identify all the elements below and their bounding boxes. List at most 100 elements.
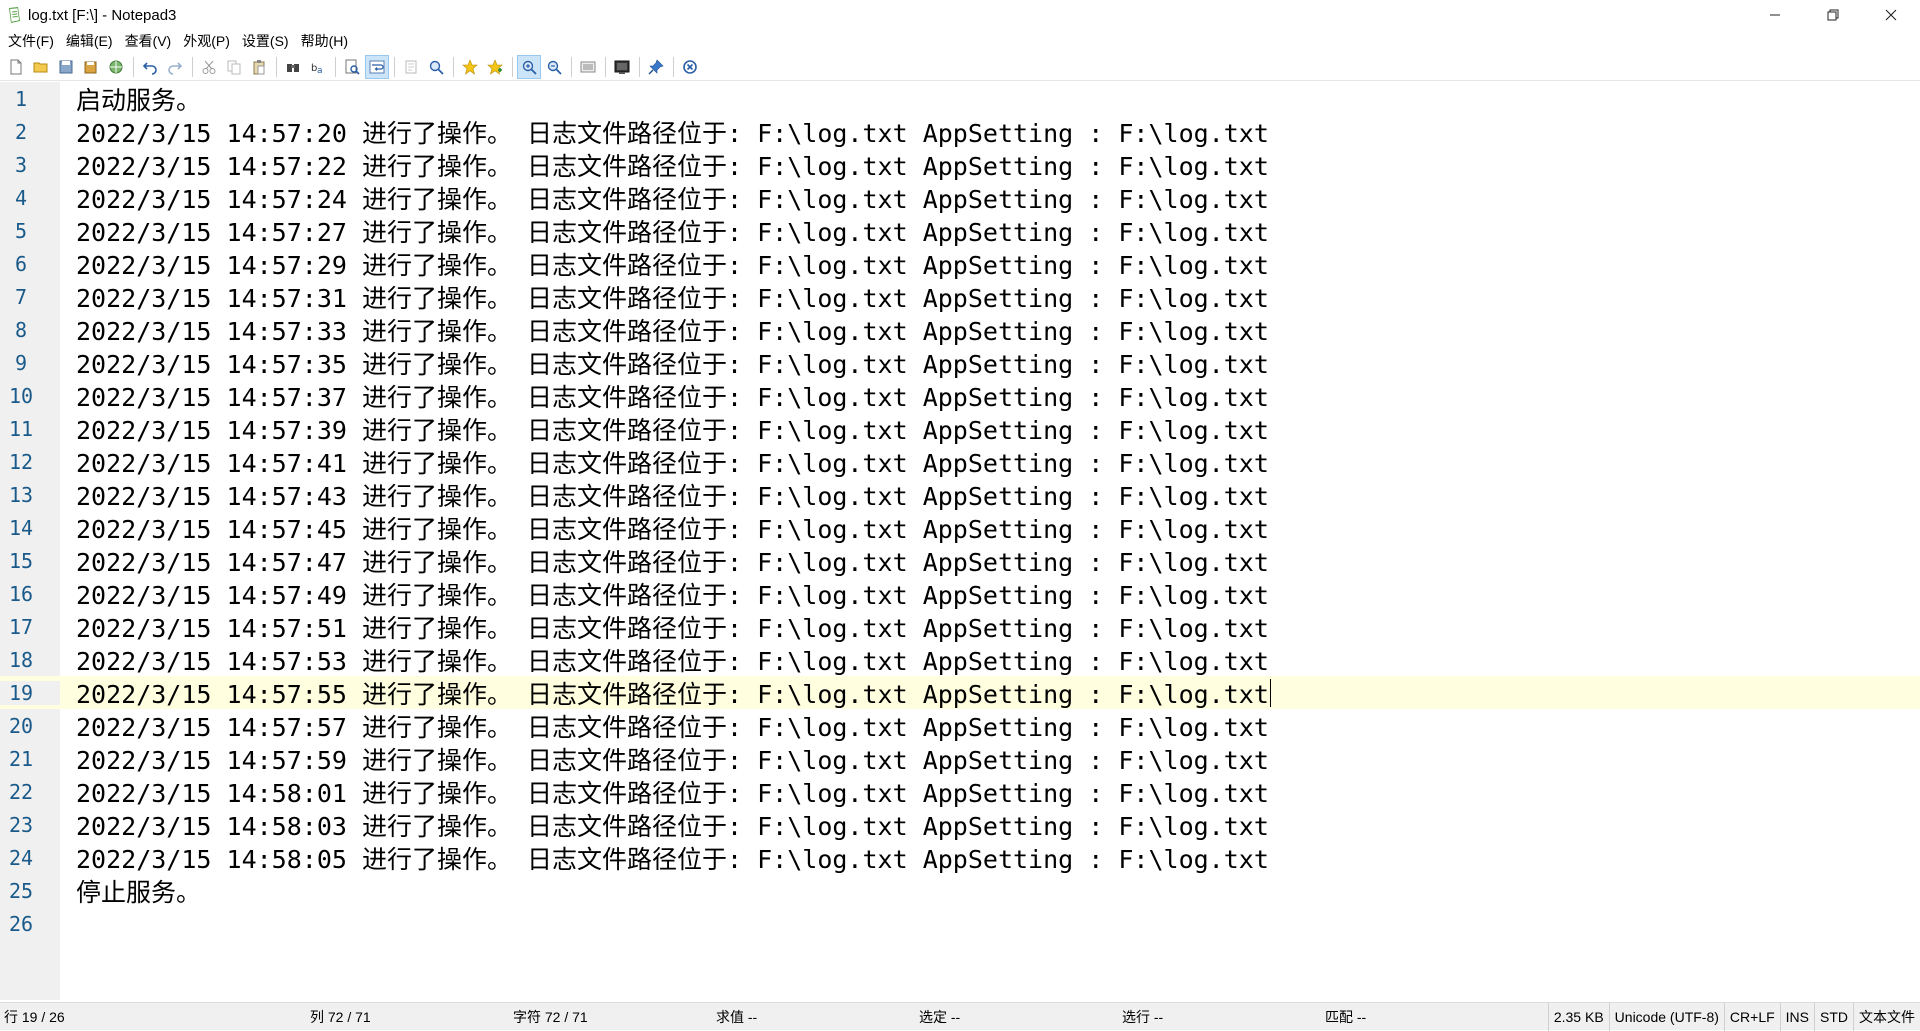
line-text[interactable]: 2022/3/15 14:57:22 进行了操作。 日志文件路径位于: F:\l… [76,147,1269,183]
toolbar-separator [192,56,193,77]
line-text[interactable]: 2022/3/15 14:57:49 进行了操作。 日志文件路径位于: F:\l… [76,576,1269,612]
line-number: 25 [8,878,34,903]
text-line[interactable]: 18 2022/3/15 14:57:53 进行了操作。 日志文件路径位于: F:… [0,643,1920,676]
replace-icon[interactable]: ba [306,55,330,79]
minimize-button[interactable] [1746,0,1804,30]
line-text[interactable]: 2022/3/15 14:57:37 进行了操作。 日志文件路径位于: F:\l… [76,378,1269,414]
current-line[interactable]: 19 2022/3/15 14:57:55 进行了操作。 日志文件路径位于: F:… [0,676,1920,709]
text-line[interactable]: 25 停止服务。 [0,874,1920,907]
notepad3-app-icon[interactable] [2,0,26,30]
text-line[interactable]: 1 启动服务。 [0,82,1920,115]
line-text[interactable]: 2022/3/15 14:57:41 进行了操作。 日志文件路径位于: F:\l… [76,444,1269,480]
console-icon[interactable] [610,55,634,79]
restore-button[interactable] [1804,0,1862,30]
view-whitespace-icon[interactable] [399,55,423,79]
cut-icon[interactable] [197,55,221,79]
text-line[interactable]: 17 2022/3/15 14:57:51 进行了操作。 日志文件路径位于: F:… [0,610,1920,643]
zoom-in-icon[interactable] [517,54,541,79]
add-favorite-icon[interactable] [483,55,507,79]
status-encoding[interactable]: Unicode (UTF-8) [1608,1002,1724,1031]
undo-icon[interactable] [138,55,162,79]
text-line[interactable]: 7 2022/3/15 14:57:31 进行了操作。 日志文件路径位于: F:\… [0,280,1920,313]
search-icon[interactable] [424,55,448,79]
status-match: 匹配 -- [1325,1008,1367,1025]
close-button[interactable] [1862,0,1920,30]
line-text[interactable]: 2022/3/15 14:57:45 进行了操作。 日志文件路径位于: F:\l… [76,510,1269,546]
line-number: 3 [14,152,28,177]
editor-lines: 1 启动服务。 2 2022/3/15 14:57:20 进行了操作。 日志文件路径位… [0,82,1920,940]
text-line[interactable]: 4 2022/3/15 14:57:24 进行了操作。 日志文件路径位于: F:\… [0,181,1920,214]
line-text[interactable]: 2022/3/15 14:57:29 进行了操作。 日志文件路径位于: F:\l… [76,246,1269,282]
goto-icon[interactable] [340,55,364,79]
menu-settings[interactable]: 设置(S) [236,30,295,52]
line-text[interactable]: 2022/3/15 14:57:53 进行了操作。 日志文件路径位于: F:\l… [76,642,1269,678]
line-text[interactable]: 2022/3/15 14:57:51 进行了操作。 日志文件路径位于: F:\l… [76,609,1269,645]
text-line[interactable]: 20 2022/3/15 14:57:57 进行了操作。 日志文件路径位于: F:… [0,709,1920,742]
line-text[interactable]: 2022/3/15 14:57:57 进行了操作。 日志文件路径位于: F:\l… [76,708,1269,744]
status-eol[interactable]: CR+LF [1723,1002,1780,1031]
menu-view[interactable]: 查看(V) [119,30,178,52]
line-text[interactable]: 启动服务。 [76,82,201,117]
text-line[interactable]: 15 2022/3/15 14:57:47 进行了操作。 日志文件路径位于: F:… [0,544,1920,577]
save-icon[interactable] [54,55,78,79]
text-line[interactable]: 10 2022/3/15 14:57:37 进行了操作。 日志文件路径位于: F:… [0,379,1920,412]
line-text[interactable]: 2022/3/15 14:57:43 进行了操作。 日志文件路径位于: F:\l… [76,477,1269,513]
status-ins[interactable]: INS [1779,1002,1814,1031]
text-line[interactable]: 22 2022/3/15 14:58:01 进行了操作。 日志文件路径位于: F:… [0,775,1920,808]
line-text[interactable]: 2022/3/15 14:58:03 进行了操作。 日志文件路径位于: F:\l… [76,807,1269,843]
text-line[interactable]: 5 2022/3/15 14:57:27 进行了操作。 日志文件路径位于: F:\… [0,214,1920,247]
line-text[interactable]: 2022/3/15 14:57:31 进行了操作。 日志文件路径位于: F:\l… [76,279,1269,315]
line-text[interactable]: 2022/3/15 14:57:24 进行了操作。 日志文件路径位于: F:\l… [76,180,1269,216]
status-filetype[interactable]: 文本文件 [1853,1002,1920,1031]
line-text[interactable]: 2022/3/15 14:57:55 进行了操作。 日志文件路径位于: F:\l… [76,675,1269,711]
text-line[interactable]: 24 2022/3/15 14:58:05 进行了操作。 日志文件路径位于: F:… [0,841,1920,874]
find-icon[interactable] [281,55,305,79]
line-text[interactable]: 2022/3/15 14:57:27 进行了操作。 日志文件路径位于: F:\l… [76,213,1269,249]
pin-icon[interactable] [644,55,668,79]
browse-icon[interactable] [104,55,128,79]
menu-help[interactable]: 帮助(H) [295,30,354,52]
line-text[interactable]: 2022/3/15 14:57:33 进行了操作。 日志文件路径位于: F:\l… [76,312,1269,348]
favorites-icon[interactable] [458,55,482,79]
text-line[interactable]: 11 2022/3/15 14:57:39 进行了操作。 日志文件路径位于: F:… [0,412,1920,445]
scheme-icon[interactable] [576,55,600,79]
status-selection: 选定 -- [919,1008,961,1025]
text-line[interactable]: 13 2022/3/15 14:57:43 进行了操作。 日志文件路径位于: F:… [0,478,1920,511]
text-line[interactable]: 8 2022/3/15 14:57:33 进行了操作。 日志文件路径位于: F:\… [0,313,1920,346]
text-line[interactable]: 21 2022/3/15 14:57:59 进行了操作。 日志文件路径位于: F:… [0,742,1920,775]
word-wrap-icon[interactable] [365,54,389,79]
line-text[interactable]: 2022/3/15 14:58:05 进行了操作。 日志文件路径位于: F:\l… [76,840,1269,876]
line-text[interactable]: 2022/3/15 14:57:47 进行了操作。 日志文件路径位于: F:\l… [76,543,1269,579]
redo-icon[interactable] [163,55,187,79]
zoom-out-icon[interactable] [542,55,566,79]
new-file-icon[interactable] [4,55,28,79]
exit-icon[interactable] [678,55,702,79]
text-line[interactable]: 12 2022/3/15 14:57:41 进行了操作。 日志文件路径位于: F:… [0,445,1920,478]
text-line[interactable]: 14 2022/3/15 14:57:45 进行了操作。 日志文件路径位于: F:… [0,511,1920,544]
copy-icon[interactable] [222,55,246,79]
menu-file[interactable]: 文件(F) [2,30,60,52]
text-line[interactable]: 6 2022/3/15 14:57:29 进行了操作。 日志文件路径位于: F:\… [0,247,1920,280]
menu-edit[interactable]: 编辑(E) [60,30,119,52]
text-line[interactable]: 9 2022/3/15 14:57:35 进行了操作。 日志文件路径位于: F:\… [0,346,1920,379]
line-text[interactable]: 停止服务。 [76,873,201,909]
line-text[interactable]: 2022/3/15 14:58:01 进行了操作。 日志文件路径位于: F:\l… [76,774,1269,810]
line-number: 22 [8,779,34,804]
status-line: 行 19 / 26 [4,1008,65,1025]
text-line[interactable]: 23 2022/3/15 14:58:03 进行了操作。 日志文件路径位于: F:… [0,808,1920,841]
status-std[interactable]: STD [1814,1002,1853,1031]
text-editor[interactable]: 1 启动服务。 2 2022/3/15 14:57:20 进行了操作。 日志文件路径位… [0,82,1920,1000]
open-folder-icon[interactable] [29,55,53,79]
text-line[interactable]: 26 [0,907,1920,940]
text-line[interactable]: 3 2022/3/15 14:57:22 进行了操作。 日志文件路径位于: F:\… [0,148,1920,181]
text-line[interactable]: 2 2022/3/15 14:57:20 进行了操作。 日志文件路径位于: F:\… [0,115,1920,148]
line-text[interactable]: 2022/3/15 14:57:59 进行了操作。 日志文件路径位于: F:\l… [76,741,1269,777]
line-text[interactable]: 2022/3/15 14:57:39 进行了操作。 日志文件路径位于: F:\l… [76,411,1269,447]
line-text[interactable]: 2022/3/15 14:57:35 进行了操作。 日志文件路径位于: F:\l… [76,345,1269,381]
paste-icon[interactable] [247,55,271,79]
text-line[interactable]: 16 2022/3/15 14:57:49 进行了操作。 日志文件路径位于: F:… [0,577,1920,610]
menu-appearance[interactable]: 外观(P) [177,30,236,52]
save-as-icon[interactable] [79,55,103,79]
status-file-size: 2.35 KB [1547,1002,1609,1031]
line-text[interactable]: 2022/3/15 14:57:20 进行了操作。 日志文件路径位于: F:\l… [76,114,1269,150]
